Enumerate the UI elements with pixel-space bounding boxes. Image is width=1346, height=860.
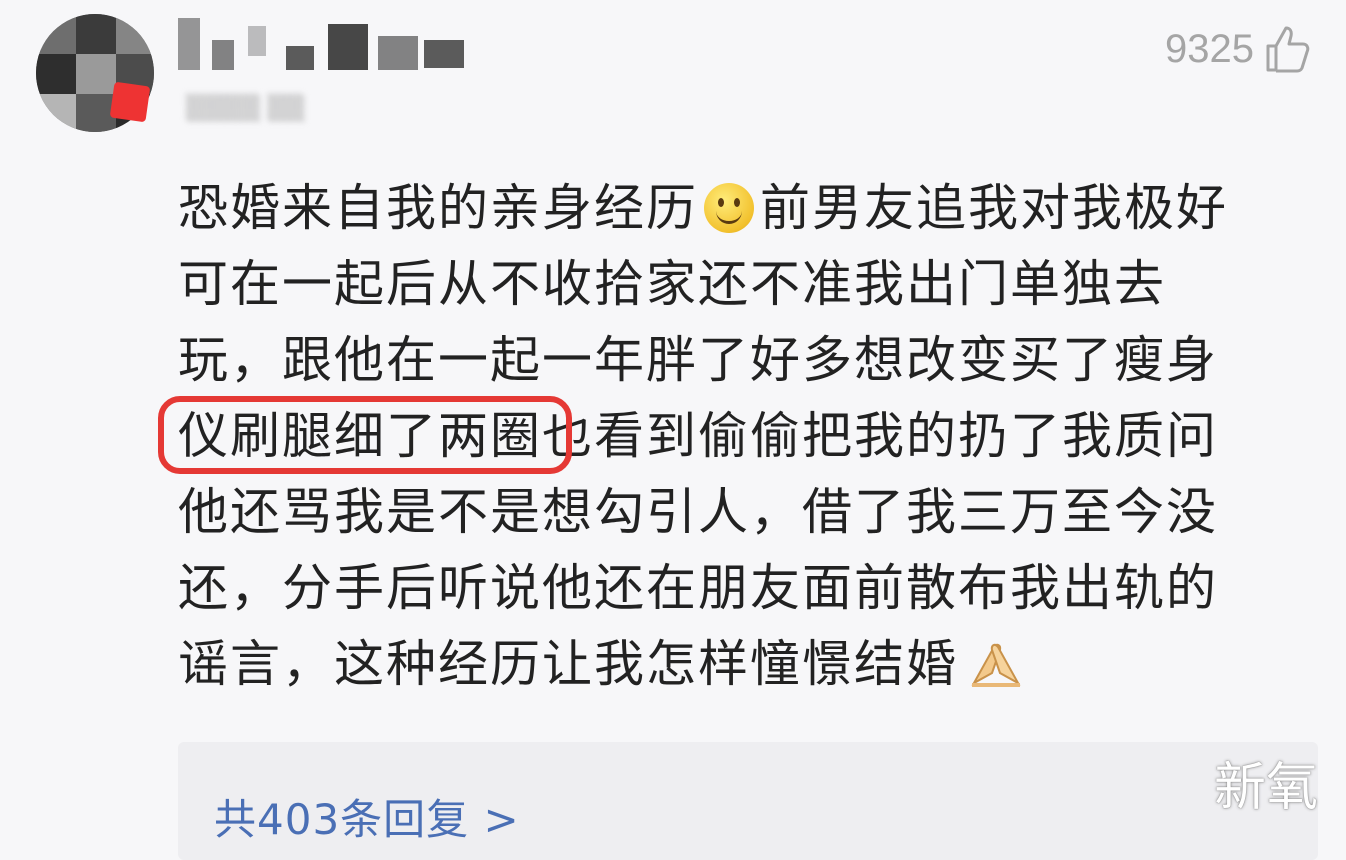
comment-body: 恐婚来自我的亲身经历 前男友追我对我极好 可在一起后从不收拾家还不准我出门单独去 …: [158, 170, 1298, 702]
watermark: 新氧: [1213, 758, 1318, 818]
comment-line-6: 还，分手后听说他还在朋友面前散布我出轨的: [178, 559, 1218, 617]
view-replies-link[interactable]: 共403条回复 >: [214, 786, 520, 847]
comment-line-4: 仪刷腿细了两圈也看到偷偷把我的扔了我质问: [158, 396, 1298, 474]
smiling-face-icon: [704, 182, 754, 233]
comment-line-2: 可在一起后从不收拾家还不准我出门单独去: [178, 255, 1166, 313]
comment-line-1: 恐婚来自我的亲身经历 前男友追我对我极好: [178, 179, 1228, 237]
like-group[interactable]: 9325: [1165, 24, 1310, 74]
praying-hands-icon: [971, 643, 1021, 687]
avatar-badge: [109, 81, 151, 123]
highlight-box: [158, 396, 572, 474]
like-count: 9325: [1165, 26, 1254, 71]
replies-panel: 共403条回复 >: [178, 742, 1318, 860]
thumbs-up-icon[interactable]: [1264, 24, 1310, 74]
comment-line-3: 玩，跟他在一起一年胖了好多想改变买了瘦身: [178, 331, 1218, 389]
comment-line-5: 他还骂我是不是想勾引人，借了我三万至今没: [178, 483, 1218, 541]
username-blurred[interactable]: [178, 18, 468, 70]
timestamp-blurred: ▒▒▒▒ ▒▒: [186, 94, 305, 122]
comment-line-7: 谣言，这种经历让我怎样憧憬结婚: [178, 626, 1298, 702]
